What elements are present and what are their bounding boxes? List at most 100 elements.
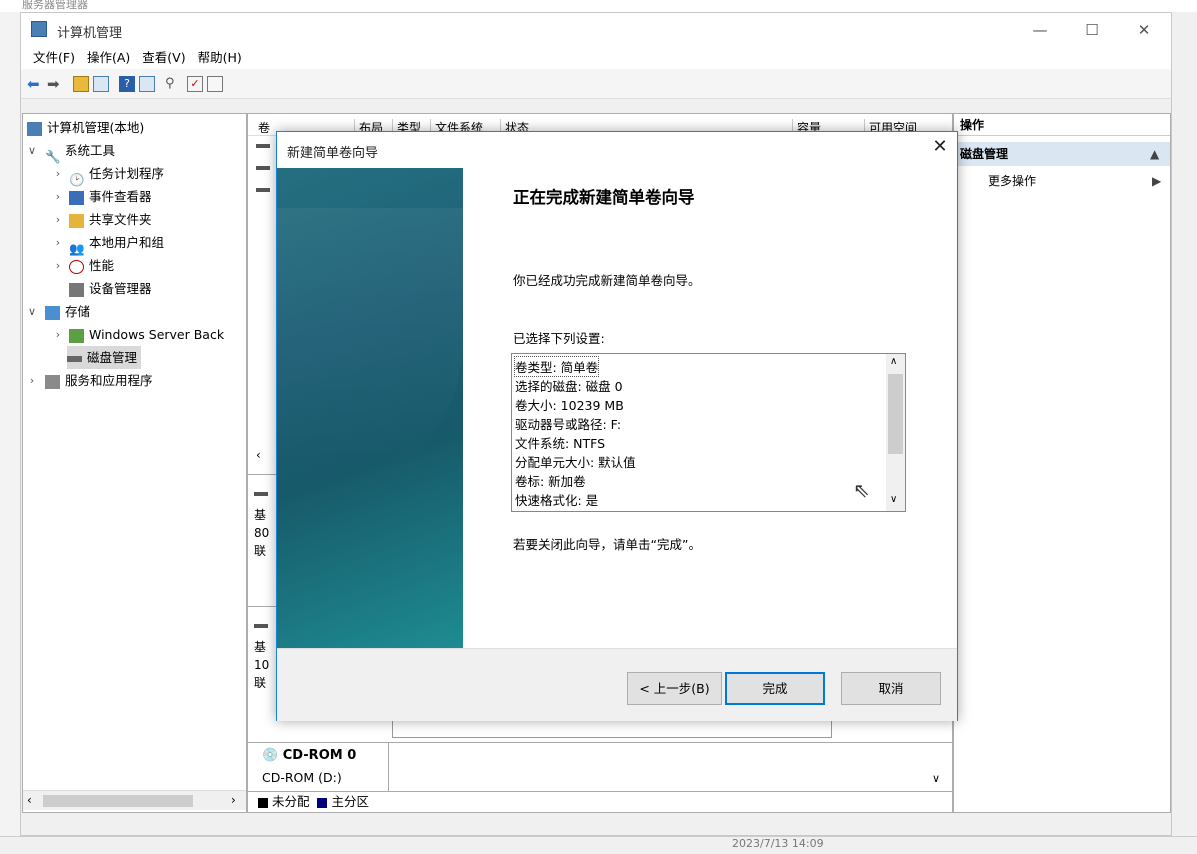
show-tree-icon[interactable] xyxy=(93,76,109,92)
volume-icon xyxy=(256,166,270,170)
collapse-icon[interactable]: › xyxy=(53,254,63,277)
taskbar-time: 2023/7/13 14:09 xyxy=(732,837,824,850)
menu-action[interactable]: 操作(A) xyxy=(87,47,130,69)
actions-more[interactable]: 更多操作 ▶ xyxy=(954,170,1170,192)
divider xyxy=(388,742,389,792)
tree-item-performance[interactable]: › 性能 xyxy=(53,254,114,277)
actions-pane: 操作 磁盘管理 ▲ 更多操作 ▶ xyxy=(953,113,1171,813)
partition-box[interactable] xyxy=(392,720,832,738)
minimize-button[interactable]: — xyxy=(1017,13,1063,47)
window-title: 计算机管理 xyxy=(57,26,123,41)
maximize-button[interactable]: ☐ xyxy=(1069,13,1115,47)
back-button[interactable]: < 上一步(B) xyxy=(627,672,722,705)
partition-legend: 未分配 主分区 xyxy=(248,791,952,812)
menu-file[interactable]: 文件(F) xyxy=(33,47,75,69)
shared-folder-icon xyxy=(69,213,84,228)
cdrom-title: 💿 CD-ROM 0 xyxy=(262,748,357,763)
submenu-arrow-icon[interactable]: ▶ xyxy=(1152,170,1161,192)
background-left-strip xyxy=(0,12,20,836)
tree-horizontal-scrollbar[interactable]: ‹ › xyxy=(23,790,246,810)
unallocated-swatch xyxy=(258,797,268,808)
server-manager-title: 服务器管理器 xyxy=(0,0,1197,12)
menu-view[interactable]: 查看(V) xyxy=(142,47,185,69)
actions-section-disk-management[interactable]: 磁盘管理 ▲ xyxy=(954,142,1170,166)
tree-item-services-apps[interactable]: › 服务和应用程序 xyxy=(27,369,153,392)
cdrom-subtitle: CD-ROM (D:) xyxy=(262,770,342,785)
wizard-side-banner xyxy=(277,168,463,649)
connect-icon[interactable]: ⚲ xyxy=(165,76,181,92)
volume-icon xyxy=(256,188,270,192)
column-volume[interactable]: 卷 xyxy=(258,119,270,136)
show-action-pane-icon[interactable] xyxy=(139,76,155,92)
tree-item-system-tools[interactable]: ∨ 🔧 系统工具 xyxy=(27,139,115,164)
menu-bar: 文件(F) 操作(A) 查看(V) 帮助(H) xyxy=(21,47,1171,69)
menu-help[interactable]: 帮助(H) xyxy=(198,47,242,69)
tree-item-device-manager[interactable]: 设备管理器 xyxy=(69,277,152,300)
help-icon[interactable]: ? xyxy=(119,76,135,92)
up-folder-icon[interactable] xyxy=(73,76,89,92)
expand-icon[interactable]: ∨ xyxy=(27,139,37,162)
window-titlebar: 计算机管理 — ☐ ✕ xyxy=(21,13,1171,47)
scroll-thumb[interactable] xyxy=(43,795,193,807)
dialog-close-button[interactable]: ✕ xyxy=(927,136,953,160)
properties-icon[interactable] xyxy=(207,76,223,92)
tree-item-disk-management[interactable]: 磁盘管理 xyxy=(67,346,142,369)
tree-item-storage[interactable]: ∨ 存储 xyxy=(27,300,90,323)
collapse-icon[interactable]: › xyxy=(53,185,63,208)
disk-icon xyxy=(67,355,82,362)
tree-item-root[interactable]: 计算机管理(本地) xyxy=(27,116,144,139)
settings-line: 选择的磁盘: 磁盘 0 xyxy=(515,379,623,394)
divider xyxy=(248,742,952,743)
performance-icon xyxy=(69,259,84,274)
scroll-up-icon[interactable]: ∧ xyxy=(890,356,897,367)
scroll-left-icon[interactable]: ‹ xyxy=(27,793,32,807)
tree-item-shared-folders[interactable]: › 共享文件夹 xyxy=(53,208,152,231)
collapse-icon[interactable]: › xyxy=(27,369,37,392)
tree-item-event-viewer[interactable]: › 事件查看器 xyxy=(53,185,152,208)
forward-arrow-icon[interactable]: ➡ xyxy=(47,76,63,92)
expand-icon[interactable]: ∨ xyxy=(27,300,37,323)
settings-label: 已选择下列设置: xyxy=(513,331,605,346)
cdrom-icon: 💿 xyxy=(262,748,283,763)
tree-item-task-scheduler[interactable]: › 🕑 任务计划程序 xyxy=(53,162,164,187)
back-arrow-icon[interactable]: ⬅ xyxy=(27,76,43,92)
disk-icon xyxy=(254,624,268,628)
collapse-icon[interactable]: › xyxy=(53,231,63,254)
computer-management-icon xyxy=(31,21,47,37)
storage-icon xyxy=(45,305,60,320)
actions-header: 操作 xyxy=(954,114,1170,136)
scroll-down-icon[interactable]: ∨ xyxy=(890,494,897,505)
collapse-icon[interactable]: › xyxy=(53,162,63,185)
background-scrollbar[interactable] xyxy=(1172,12,1197,836)
tree-item-local-users[interactable]: › 👥 本地用户和组 xyxy=(53,231,164,256)
services-icon xyxy=(45,374,60,389)
device-manager-icon xyxy=(69,282,84,297)
collapse-icon[interactable]: › xyxy=(53,323,63,346)
tree-item-windows-backup[interactable]: › Windows Server Back xyxy=(53,323,224,346)
scroll-left-icon[interactable]: ‹ xyxy=(256,448,261,462)
wizard-footer: < 上一步(B) 完成 取消 xyxy=(277,648,957,721)
close-button[interactable]: ✕ xyxy=(1121,13,1167,47)
scroll-right-icon[interactable]: › xyxy=(231,793,236,807)
settings-scrollbar[interactable]: ∧ ∨ xyxy=(886,354,905,511)
cancel-button[interactable]: 取消 xyxy=(841,672,941,705)
scroll-down-icon[interactable]: ∨ xyxy=(932,772,940,785)
toolbar: ⬅ ➡ ? ⚲ ✓ xyxy=(21,69,1171,99)
settings-list[interactable]: 卷类型: 简单卷 选择的磁盘: 磁盘 0 卷大小: 10239 MB 驱动器号或… xyxy=(511,353,906,512)
close-hint: 若要关闭此向导，请单击“完成”。 xyxy=(513,537,701,552)
navigation-tree: 计算机管理(本地) ∨ 🔧 系统工具 › 🕑 任务计划程序 › 事件查看器 › 共享文件夹 … xyxy=(22,113,247,813)
checklist-icon[interactable]: ✓ xyxy=(187,76,203,92)
background-statusbar: 2023/7/13 14:09 xyxy=(0,836,1197,854)
disk1-label: 基 10 联 xyxy=(254,624,269,692)
new-simple-volume-wizard: 新建简单卷向导 ✕ 正在完成新建简单卷向导 你已经成功完成新建简单卷向导。 已选… xyxy=(276,131,958,721)
collapse-up-icon[interactable]: ▲ xyxy=(1150,142,1159,166)
volume-icon xyxy=(256,144,270,148)
wizard-done-text: 你已经成功完成新建简单卷向导。 xyxy=(513,273,701,288)
settings-line: 卷大小: 10239 MB xyxy=(515,398,624,413)
scroll-thumb[interactable] xyxy=(888,374,903,454)
collapse-icon[interactable]: › xyxy=(53,208,63,231)
dialog-title: 新建简单卷向导 xyxy=(287,146,379,161)
mouse-cursor-icon: ⇖ xyxy=(853,478,870,502)
backup-icon xyxy=(69,328,84,343)
finish-button[interactable]: 完成 xyxy=(725,672,825,705)
